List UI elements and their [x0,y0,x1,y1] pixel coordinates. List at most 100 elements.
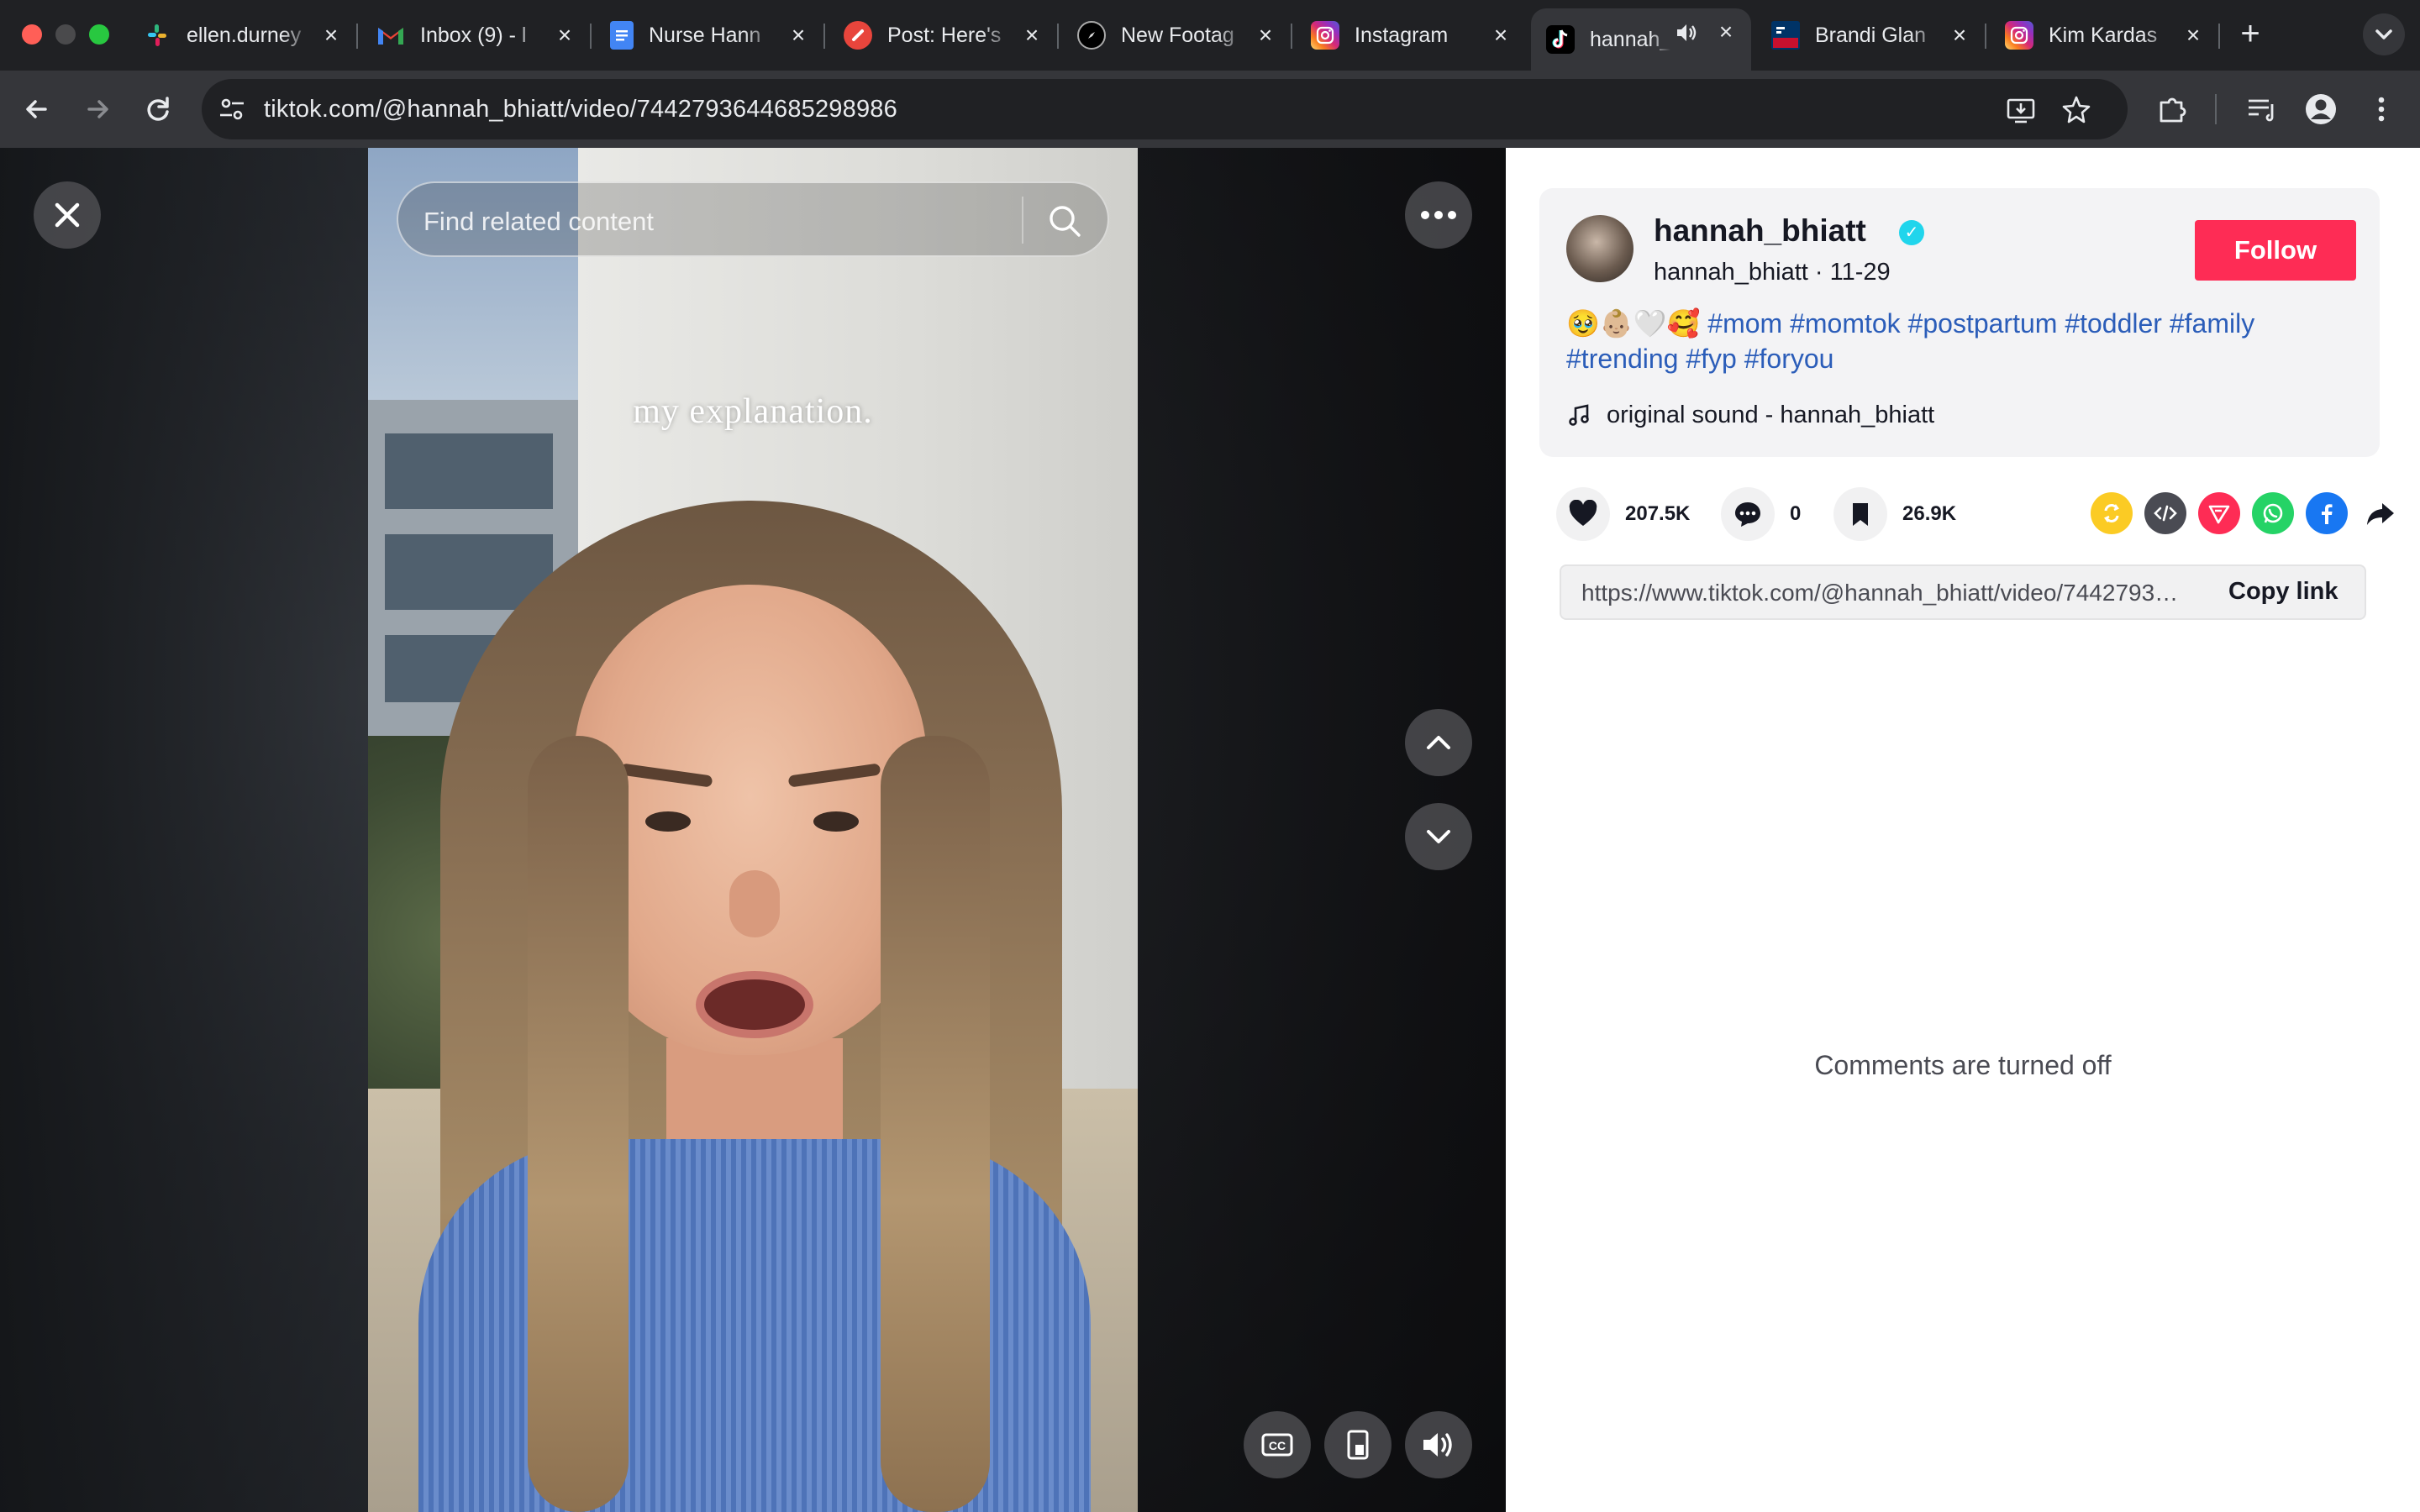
tab-strip: ellen.durney × Inbox (9) - l × Nurse Han… [0,0,2420,71]
embed-icon[interactable] [2144,492,2186,534]
reload-button[interactable] [138,89,178,129]
tab-title: Kim Kardas [2049,23,2158,47]
video-details-panel: hannah_bhiatt ✓ hannah_bhiatt · 11-29 Fo… [1506,148,2420,1512]
music-note-icon [1569,403,1589,426]
share-arrow-icon[interactable] [2360,492,2402,534]
post-icon [844,21,872,50]
engagement-bar: 207.5K 0 26.9K [1539,484,2394,551]
facebook-icon[interactable] [2306,492,2348,534]
video-player[interactable]: my explanation. [368,148,1138,1512]
tab-slack[interactable]: ellen.durney × [128,12,358,59]
tab-title: New Footag [1121,23,1234,47]
more-options-button[interactable] [1405,181,1472,249]
tab-close-icon[interactable]: × [1946,22,1973,49]
forward-button[interactable] [77,89,118,129]
close-window-button[interactable] [22,24,42,45]
music-title: original sound - hannah_bhiatt [1607,402,1935,428]
tab-foxnews[interactable]: Brandi Glan × [1756,12,1986,59]
url-text[interactable]: tiktok.com/@hannah_bhiatt/video/74427936… [264,96,897,123]
tab-close-icon[interactable]: × [1252,22,1279,49]
related-search-input[interactable]: Find related content [397,181,1109,257]
like-button[interactable]: 207.5K [1556,484,1690,544]
tab-footage[interactable]: New Footag × [1062,12,1292,59]
svg-text:CC: CC [1269,1439,1286,1452]
video-description: 🥹👶🏼🤍🥰 #mom #momtok #postpartum #toddler … [1566,306,2348,376]
like-count: 207.5K [1625,502,1691,525]
browser-toolbar: tiktok.com/@hannah_bhiatt/video/74427936… [0,71,2420,148]
captions-button[interactable]: CC [1244,1411,1311,1478]
tab-title: Instagram [1355,23,1449,47]
media-controls-icon[interactable] [2244,91,2281,128]
tab-close-icon[interactable]: × [1018,22,1045,49]
site-info-icon[interactable] [217,94,247,124]
repost-icon[interactable] [2091,492,2133,534]
next-video-button[interactable] [1405,803,1472,870]
chevron-up-icon [1427,736,1450,749]
address-bar[interactable]: tiktok.com/@hannah_bhiatt/video/74427936… [202,79,2128,139]
instagram-icon [1311,21,1339,50]
tab-audio-speaker-icon[interactable] [1674,20,1699,45]
maximize-window-button[interactable] [89,24,109,45]
video-person-shirt [418,1139,1091,1512]
close-video-button[interactable] [34,181,101,249]
floating-player-icon [1347,1430,1369,1460]
install-app-icon[interactable] [2005,94,2037,126]
comment-icon [1721,487,1775,541]
copy-link-button[interactable]: Copy link [2228,578,2338,606]
video-link-field[interactable]: https://www.tiktok.com/@hannah_bhiatt/vi… [1560,564,2366,620]
tab-gmail[interactable]: Inbox (9) - l × [361,12,592,59]
tab-title: Inbox (9) - l [420,23,527,47]
description-emoji: 🥹👶🏼🤍🥰 [1566,308,1701,339]
extensions-icon[interactable] [2154,91,2191,128]
tab-docs[interactable]: Nurse Hann × [595,12,825,59]
tab-close-icon[interactable]: × [785,22,812,49]
gmail-icon [376,21,405,50]
minimize-window-button[interactable] [55,24,76,45]
music-link[interactable]: original sound - hannah_bhiatt [1566,402,1934,429]
tab-close-icon[interactable]: × [2180,22,2207,49]
author-username[interactable]: hannah_bhiatt [1654,213,1866,249]
profile-avatar-icon[interactable] [2302,91,2339,128]
tab-close-icon[interactable]: × [1487,22,1514,49]
tab-search-button[interactable] [2363,13,2405,55]
docs-icon [610,21,634,50]
tab-post[interactable]: Post: Here's × [829,12,1059,59]
instagram-icon [2005,21,2033,50]
volume-button[interactable] [1405,1411,1472,1478]
previous-video-button[interactable] [1405,709,1472,776]
verified-badge-icon: ✓ [1899,220,1924,245]
search-placeholder: Find related content [424,207,655,236]
new-tab-button[interactable]: + [2232,15,2269,52]
tab-close-icon[interactable]: × [318,22,345,49]
whatsapp-icon[interactable] [2252,492,2294,534]
heart-icon [1556,487,1610,541]
bookmark-star-icon[interactable] [2060,94,2092,126]
volume-icon [1423,1433,1452,1457]
send-to-friends-icon[interactable] [2198,492,2240,534]
back-button[interactable] [17,89,57,129]
tiktok-icon [1546,25,1575,54]
follow-button[interactable]: Follow [2195,220,2356,281]
save-count: 26.9K [1902,502,1957,525]
tab-title: Brandi Glan [1815,23,1927,47]
tiktok-page: my explanation. Find related content CC [0,148,2420,1512]
comment-button[interactable]: 0 [1721,484,1801,544]
tab-instagram[interactable]: Instagram × [1296,12,1526,59]
tab-close-icon[interactable]: × [551,22,578,49]
foxnews-icon [1771,21,1800,50]
video-link-url[interactable]: https://www.tiktok.com/@hannah_bhiatt/vi… [1581,580,2186,606]
tab-title: ellen.durney [187,23,302,47]
slack-icon [143,21,171,50]
tab-tiktok-active[interactable]: hannah_ × [1531,8,1751,71]
avatar[interactable] [1566,215,1634,282]
browser-menu-icon[interactable] [2363,91,2400,128]
video-caption-text: my explanation. [633,392,873,431]
save-button[interactable]: 26.9K [1833,484,1956,544]
comments-disabled-notice: Comments are turned off [1814,1050,2112,1080]
author-subline: hannah_bhiatt · 11-29 [1654,259,1891,286]
search-icon[interactable] [1045,202,1084,240]
tab-close-icon[interactable]: × [1712,18,1739,45]
floating-player-button[interactable] [1324,1411,1392,1478]
tab-title: Nurse Hann [649,23,761,47]
tab-instagram-kim[interactable]: Kim Kardas × [1990,12,2220,59]
